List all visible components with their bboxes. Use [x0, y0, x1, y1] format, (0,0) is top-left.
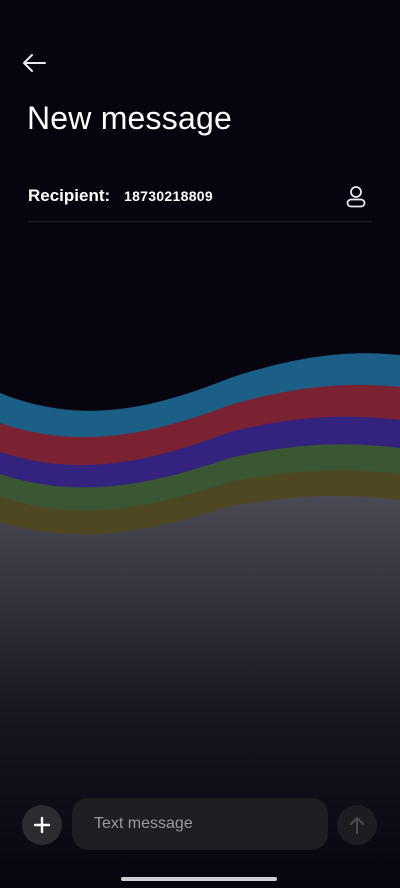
select-contact-button[interactable]	[340, 182, 372, 212]
back-button[interactable]	[16, 46, 52, 80]
arrow-left-icon	[23, 54, 46, 72]
plus-icon	[33, 816, 51, 834]
message-input[interactable]	[72, 798, 328, 850]
add-attachment-button[interactable]	[22, 805, 62, 845]
page-title: New message	[27, 100, 232, 136]
arrow-up-icon	[350, 817, 364, 834]
home-indicator[interactable]	[121, 877, 277, 881]
send-button[interactable]	[337, 805, 377, 845]
recipient-label: Recipient:	[28, 186, 111, 205]
person-icon	[346, 186, 366, 208]
recipient-field[interactable]: Recipient: 18730218809	[28, 172, 372, 222]
new-message-screen: New message Recipient: 18730218809	[0, 0, 400, 888]
recipient-number[interactable]: 18730218809	[124, 188, 213, 204]
